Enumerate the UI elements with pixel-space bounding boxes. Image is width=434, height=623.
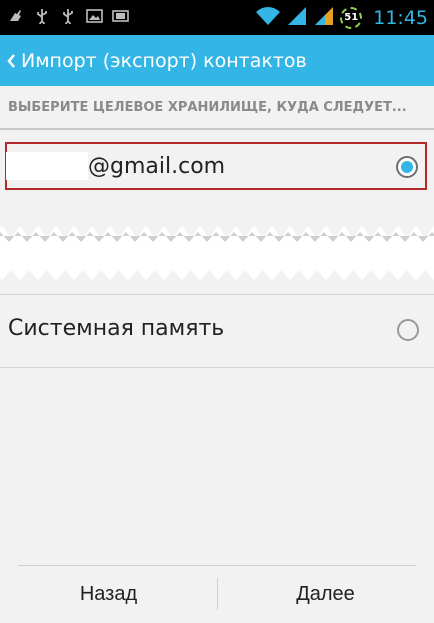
next-button[interactable]: Далее bbox=[217, 566, 434, 623]
system-icons: 51 11:45 bbox=[255, 4, 428, 31]
redacted-text bbox=[6, 152, 88, 180]
page-title[interactable]: Импорт (экспорт) контактов bbox=[21, 50, 307, 72]
section-divider bbox=[0, 128, 434, 130]
wifi-icon bbox=[255, 6, 281, 30]
notification-icons bbox=[8, 7, 129, 24]
account-radio-button[interactable] bbox=[396, 156, 418, 178]
row-divider bbox=[0, 294, 434, 295]
account-option-label: @gmail.com bbox=[88, 154, 226, 179]
signal-icon bbox=[286, 6, 308, 30]
back-chevron-icon[interactable] bbox=[3, 35, 19, 86]
status-bar: 51 11:45 bbox=[0, 0, 434, 35]
system-memory-option-label[interactable]: Системная память bbox=[8, 316, 224, 341]
signal-icon bbox=[313, 6, 335, 30]
system-memory-radio-button[interactable] bbox=[397, 319, 419, 341]
account-option[interactable]: @gmail.com bbox=[0, 142, 434, 192]
row-divider bbox=[0, 367, 434, 368]
torn-edge bbox=[0, 196, 434, 294]
usb-icon bbox=[60, 7, 77, 24]
action-bar: Импорт (экспорт) контактов bbox=[0, 35, 434, 86]
section-header: ВЫБЕРИТЕ ЦЕЛЕВОЕ ХРАНИЛИЩЕ, КУДА СЛЕДУЕТ… bbox=[0, 86, 434, 130]
usb-icon bbox=[34, 7, 51, 24]
image-icon bbox=[86, 7, 103, 24]
clock: 11:45 bbox=[373, 6, 428, 29]
cleaner-icon bbox=[8, 7, 25, 24]
battery-indicator: 51 bbox=[340, 6, 363, 29]
section-header-text: ВЫБЕРИТЕ ЦЕЛЕВОЕ ХРАНИЛИЩЕ, КУДА СЛЕДУЕТ… bbox=[8, 100, 407, 115]
sd-card-icon bbox=[112, 7, 129, 24]
back-button[interactable]: Назад bbox=[0, 566, 217, 623]
